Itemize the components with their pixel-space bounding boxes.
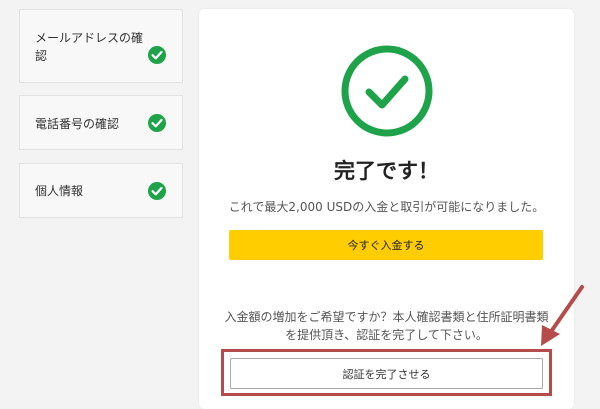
annotation-arrow-icon xyxy=(541,285,584,346)
